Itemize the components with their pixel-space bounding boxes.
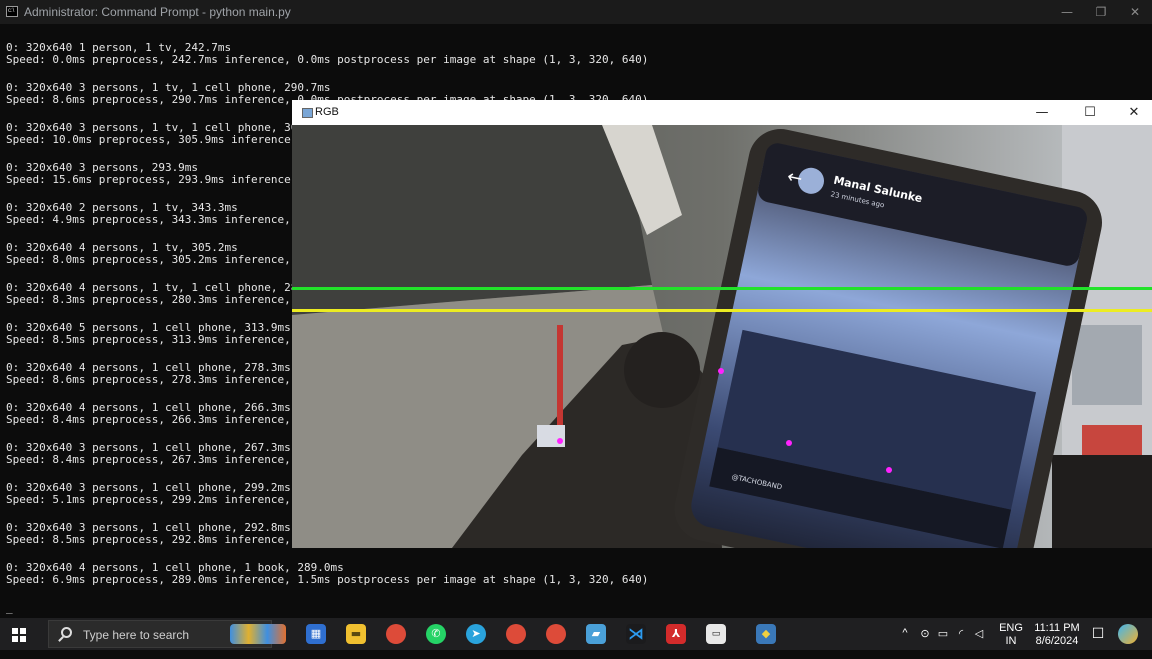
- rgb-window-title: RGB: [315, 106, 339, 118]
- lanyard: [557, 325, 563, 425]
- clock-date: 8/6/2024: [1035, 635, 1079, 647]
- foreground-dark-right: [1052, 455, 1152, 548]
- clock[interactable]: 11:11 PM 8/6/2024: [1030, 618, 1084, 650]
- notification-icon[interactable]: ☐: [1090, 625, 1106, 657]
- search-placeholder: Type here to search: [83, 628, 190, 642]
- start-button[interactable]: [12, 628, 26, 642]
- chrome-icon[interactable]: [386, 624, 406, 644]
- terminal-icon[interactable]: ▭: [706, 624, 726, 644]
- vscode-icon[interactable]: ⋊: [626, 624, 646, 644]
- console-line: Speed: 6.9ms preprocess, 289.0ms inferen…: [6, 573, 649, 586]
- widgets-art-icon[interactable]: [230, 624, 286, 644]
- search-icon: [61, 627, 72, 638]
- whatsapp-icon[interactable]: ✆: [426, 624, 446, 644]
- wifi-icon[interactable]: ◜: [954, 627, 968, 659]
- chrome-profile-icon[interactable]: [506, 624, 526, 644]
- copilot-icon[interactable]: [1118, 624, 1138, 644]
- acrobat-icon[interactable]: ⅄: [666, 624, 686, 644]
- rgb-window[interactable]: RGB — ☐ ✕ ← Manal Salunke 23 minutes ago…: [292, 100, 1152, 548]
- tracking-dot: [886, 467, 892, 473]
- tracking-dot: [557, 438, 563, 444]
- battery-icon[interactable]: ▭: [936, 627, 950, 659]
- cmd-app-icon: c:\: [6, 6, 18, 17]
- microsoft-store-icon[interactable]: ▦: [306, 624, 326, 644]
- camera-frame: ← Manal Salunke 23 minutes ago @TACHOBAN…: [292, 125, 1152, 548]
- tray-chevron-icon[interactable]: ^: [898, 627, 912, 659]
- notepad-app-icon[interactable]: ▰: [586, 624, 606, 644]
- language-indicator[interactable]: ENG IN: [996, 618, 1026, 650]
- console-caret: _: [6, 601, 13, 614]
- tracking-dot: [786, 440, 792, 446]
- counting-line-upper: [292, 287, 1152, 290]
- taskbar: Type here to search ▦ ▬ ✆ ➤ ▰ ⋊ ⅄ ▭ ◆ ^ …: [0, 618, 1152, 650]
- rgb-window-icon: [302, 108, 313, 118]
- right-shelf: [1072, 325, 1142, 405]
- region-code: IN: [1005, 635, 1017, 647]
- rgb-minimize-button[interactable]: —: [1024, 100, 1060, 125]
- console-line: Speed: 0.0ms preprocess, 242.7ms inferen…: [6, 53, 649, 66]
- cmd-restore-button[interactable]: ❐: [1084, 0, 1118, 24]
- telegram-icon[interactable]: ➤: [466, 624, 486, 644]
- file-explorer-icon[interactable]: ▬: [346, 624, 366, 644]
- counting-line-lower: [292, 309, 1152, 312]
- volume-icon[interactable]: ◁: [972, 627, 986, 659]
- cmd-titlebar[interactable]: c:\ Administrator: Command Prompt - pyth…: [0, 0, 1152, 24]
- cmd-window-title: Administrator: Command Prompt - python m…: [24, 5, 291, 19]
- tray-app-icon[interactable]: ⊙: [918, 627, 932, 659]
- language-code: ENG: [999, 622, 1023, 634]
- python-icon[interactable]: ◆: [756, 624, 776, 644]
- tracking-dot: [718, 368, 724, 374]
- rgb-maximize-button[interactable]: ☐: [1072, 100, 1108, 125]
- rgb-titlebar[interactable]: RGB — ☐ ✕: [292, 100, 1152, 125]
- clock-time: 11:11 PM: [1034, 622, 1080, 634]
- cmd-close-button[interactable]: ✕: [1118, 0, 1152, 24]
- chrome-profile-r-icon[interactable]: [546, 624, 566, 644]
- cmd-minimize-button[interactable]: —: [1050, 0, 1084, 24]
- camera-scene: ← Manal Salunke 23 minutes ago @TACHOBAN…: [292, 125, 1152, 548]
- foreground-head: [624, 332, 700, 408]
- rgb-close-button[interactable]: ✕: [1116, 100, 1152, 125]
